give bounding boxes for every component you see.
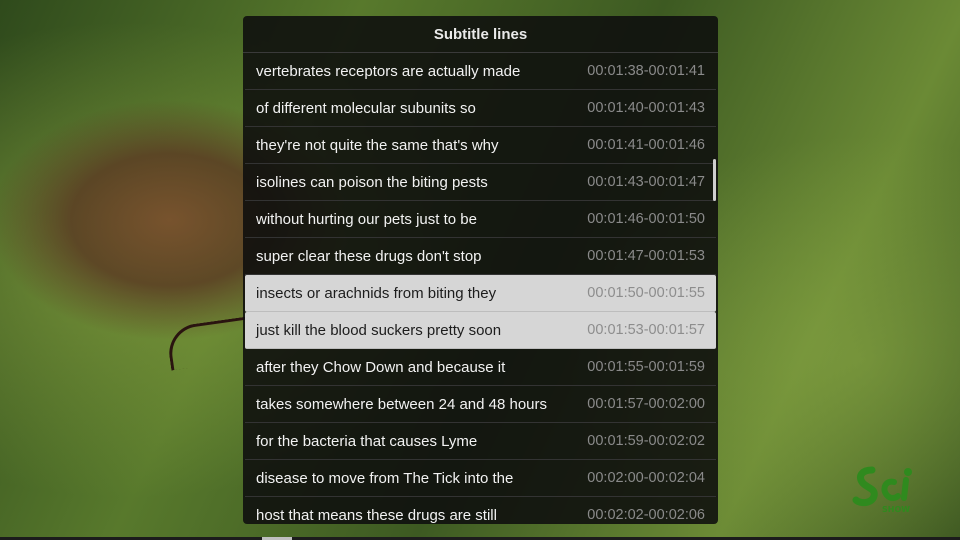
subtitle-row[interactable]: insects or arachnids from biting they 00:…: [245, 275, 716, 312]
subtitle-text: without hurting our pets just to be: [256, 210, 477, 228]
subtitle-timestamp: 00:01:40-00:01:43: [587, 100, 705, 116]
subtitle-text: takes somewhere between 24 and 48 hours: [256, 395, 548, 413]
subtitle-text: disease to move from The Tick into the: [256, 469, 514, 487]
subtitle-timestamp: 00:01:41-00:01:46: [587, 137, 705, 153]
subtitle-row[interactable]: without hurting our pets just to be 00:01…: [245, 201, 716, 238]
subtitle-row[interactable]: host that means these drugs are still 00:…: [245, 497, 716, 524]
subtitle-timestamp: 00:01:38-00:01:41: [587, 63, 705, 79]
subtitle-text: insects or arachnids from biting they: [256, 284, 497, 302]
subtitle-row[interactable]: vertebrates receptors are actually made 0…: [245, 53, 716, 90]
subtitle-text: just kill the blood suckers pretty soon: [256, 321, 502, 339]
subtitle-text: of different molecular subunits so: [256, 99, 476, 117]
subtitle-timestamp: 00:01:55-00:01:59: [587, 359, 705, 375]
subtitle-row[interactable]: disease to move from The Tick into the 00…: [245, 460, 716, 497]
subtitle-row[interactable]: takes somewhere between 24 and 48 hours 0…: [245, 386, 716, 423]
subtitle-row[interactable]: of different molecular subunits so 00:01:…: [245, 90, 716, 127]
subtitle-text: for the bacteria that causes Lyme: [256, 432, 478, 450]
subtitle-timestamp: 00:01:59-00:02:02: [587, 433, 705, 449]
subtitle-timestamp: 00:01:53-00:01:57: [587, 322, 705, 338]
subtitle-lines-panel: Subtitle lines vertebrates receptors are…: [243, 16, 718, 524]
subtitle-timestamp: 00:02:02-00:02:06: [587, 507, 705, 523]
subtitle-row[interactable]: after they Chow Down and because it 00:01…: [245, 349, 716, 386]
subtitle-timestamp: 00:01:43-00:01:47: [587, 174, 705, 190]
subtitle-timestamp: 00:01:46-00:01:50: [587, 211, 705, 227]
scishow-logo-icon: SHOW: [852, 466, 912, 514]
panel-title: Subtitle lines: [243, 16, 718, 53]
subtitle-row[interactable]: they're not quite the same that's why 00:…: [245, 127, 716, 164]
subtitle-list[interactable]: vertebrates receptors are actually made 0…: [243, 53, 718, 524]
subtitle-timestamp: 00:02:00-00:02:04: [587, 470, 705, 486]
subtitle-text: host that means these drugs are still: [256, 506, 497, 524]
subtitle-text: after they Chow Down and because it: [256, 358, 506, 376]
subtitle-timestamp: 00:01:57-00:02:00: [587, 396, 705, 412]
subtitle-text: vertebrates receptors are actually made: [256, 62, 521, 80]
subtitle-row[interactable]: super clear these drugs don't stop 00:01:…: [245, 238, 716, 275]
svg-text:SHOW: SHOW: [882, 505, 910, 514]
subtitle-row[interactable]: for the bacteria that causes Lyme 00:01:5…: [245, 423, 716, 460]
subtitle-timestamp: 00:01:50-00:01:55: [587, 285, 705, 301]
subtitle-text: super clear these drugs don't stop: [256, 247, 482, 265]
subtitle-timestamp: 00:01:47-00:01:53: [587, 248, 705, 264]
subtitle-row[interactable]: just kill the blood suckers pretty soon 0…: [245, 312, 716, 349]
subtitle-row[interactable]: isolines can poison the biting pests 00:0…: [245, 164, 716, 201]
scrollbar-thumb[interactable]: [713, 159, 716, 201]
subtitle-text: they're not quite the same that's why: [256, 136, 499, 154]
subtitle-text: isolines can poison the biting pests: [256, 173, 488, 191]
